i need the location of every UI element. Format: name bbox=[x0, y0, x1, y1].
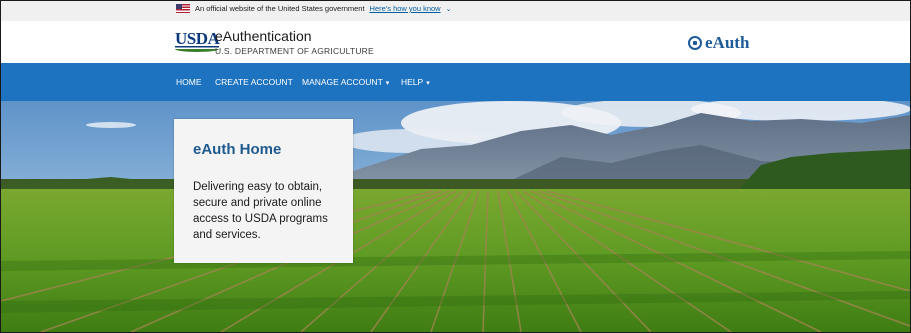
eauth-brand-text: eAuth bbox=[705, 33, 750, 52]
hero-title: eAuth Home bbox=[193, 141, 282, 158]
gov-banner-content: An official website of the United States… bbox=[176, 4, 451, 13]
nav-home[interactable]: HOME bbox=[176, 77, 202, 87]
gov-banner-text: An official website of the United States… bbox=[195, 4, 365, 13]
eauth-seal-icon bbox=[688, 36, 702, 50]
nav-home-label: HOME bbox=[176, 77, 202, 87]
nav-help-label: HELP bbox=[401, 77, 424, 87]
nav-create-account-label: CREATE ACCOUNT bbox=[215, 77, 293, 87]
heres-how-you-know-link[interactable]: Here's how you know bbox=[370, 4, 441, 13]
main-nav: HOME CREATE ACCOUNT MANAGE ACCOUNT ▾ HELP… bbox=[1, 63, 910, 101]
chevron-down-icon: ▾ bbox=[385, 80, 390, 87]
gov-banner: An official website of the United States… bbox=[1, 1, 910, 21]
hero-banner: eAuth Home Delivering easy to obtain, se… bbox=[1, 101, 910, 332]
nav-manage-account-label: MANAGE ACCOUNT bbox=[302, 77, 383, 87]
chevron-down-icon: ▾ bbox=[426, 80, 430, 87]
eauth-logo[interactable]: eAuth bbox=[688, 33, 749, 53]
us-flag-icon bbox=[176, 4, 190, 13]
farm-field-image bbox=[1, 101, 910, 332]
hero-description: Delivering easy to obtain, secure and pr… bbox=[193, 181, 328, 241]
app-title: eAuthentication bbox=[215, 28, 312, 44]
page-frame: An official website of the United States… bbox=[0, 0, 911, 333]
nav-manage-account[interactable]: MANAGE ACCOUNT ▾ bbox=[302, 77, 389, 87]
hero-card: eAuth Home Delivering easy to obtain, se… bbox=[174, 119, 353, 263]
usda-logo[interactable]: USDA bbox=[175, 29, 220, 52]
site-header: USDA eAuthentication U.S. DEPARTMENT OF … bbox=[1, 21, 910, 63]
chevron-down-icon[interactable]: ⌄ bbox=[446, 5, 452, 13]
nav-help[interactable]: HELP ▾ bbox=[401, 77, 430, 87]
nav-create-account[interactable]: CREATE ACCOUNT bbox=[215, 77, 293, 87]
app-subtitle: U.S. DEPARTMENT OF AGRICULTURE bbox=[215, 46, 374, 56]
